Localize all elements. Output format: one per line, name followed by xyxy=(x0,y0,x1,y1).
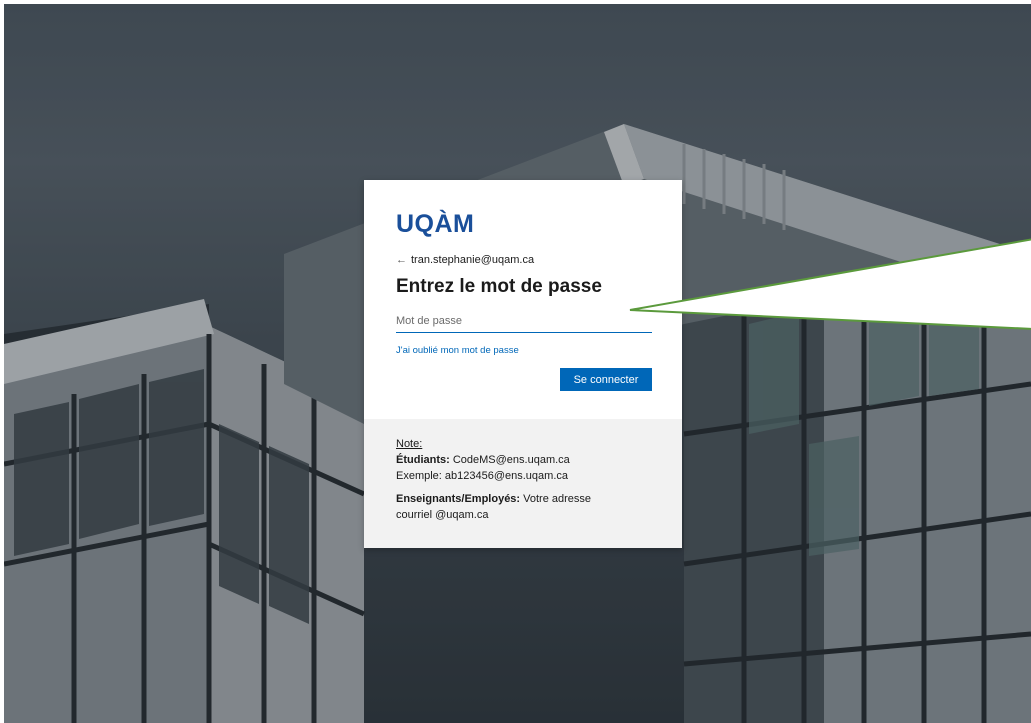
staff-label: Enseignants/Employés: xyxy=(396,493,521,505)
login-card: UQÀM ← tran.stephanie@uqam.ca Entrez le … xyxy=(364,180,682,548)
students-value: CodeMS@ens.uqam.ca xyxy=(452,454,570,466)
sign-in-button[interactable]: Se connecter xyxy=(560,368,652,391)
students-label: Étudiants: xyxy=(396,454,450,466)
note-staff-2: courriel @uqam.ca xyxy=(396,509,489,521)
note-panel: Note: Étudiants: CodeMS@ens.uqam.ca Exem… xyxy=(364,419,682,548)
account-row[interactable]: ← tran.stephanie@uqam.ca xyxy=(396,254,534,266)
page-title: Entrez le mot de passe xyxy=(396,276,602,297)
password-input[interactable] xyxy=(396,310,652,333)
login-form: UQÀM ← tran.stephanie@uqam.ca Entrez le … xyxy=(364,180,682,419)
staff-value: Votre adresse xyxy=(523,493,592,505)
account-email: tran.stephanie@uqam.ca xyxy=(411,254,535,266)
uqam-logo: UQÀM xyxy=(396,210,475,238)
note-title: Note: xyxy=(396,438,423,450)
note-students: Étudiants: CodeMS@ens.uqam.ca xyxy=(396,454,570,466)
forgot-password-link[interactable]: J'ai oublié mon mot de passe xyxy=(396,345,519,356)
note-staff: Enseignants/Employés: Votre adresse xyxy=(396,493,591,505)
back-arrow-icon[interactable]: ← xyxy=(396,254,407,266)
note-example: Exemple: ab123456@ens.uqam.ca xyxy=(396,470,568,482)
login-page: UQÀM ← tran.stephanie@uqam.ca Entrez le … xyxy=(4,4,1031,723)
